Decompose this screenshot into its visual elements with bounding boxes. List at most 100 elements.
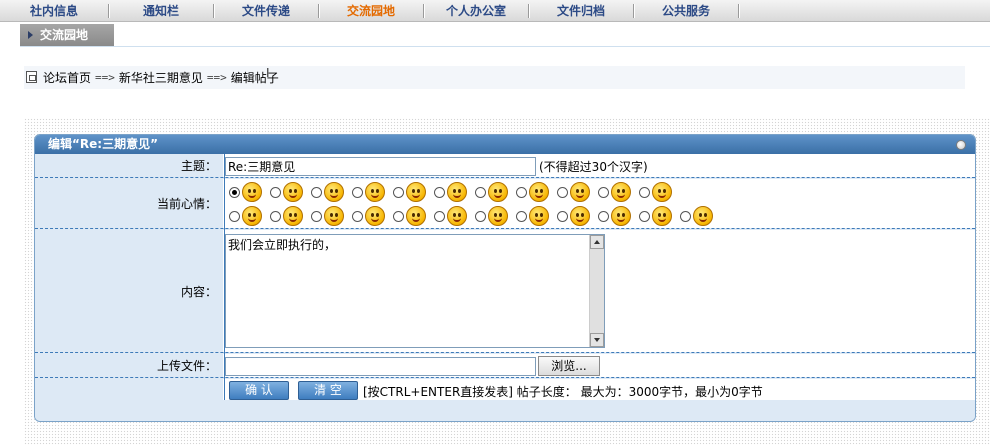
scared-icon [365,206,385,226]
shy-icon [488,182,508,202]
mood-radio[interactable] [311,186,322,198]
submit-label-cell [35,379,224,400]
mood-option[interactable] [598,182,631,202]
surprised-icon [529,182,549,202]
mood-radio[interactable] [434,186,445,198]
mood-option[interactable] [639,182,672,202]
nav-item-file-transfer[interactable]: 文件传递 [214,0,318,22]
mood-option[interactable] [393,206,426,226]
content-text: 我们会立即执行的， [228,238,337,252]
mood-radio[interactable] [393,186,404,198]
mood-radio[interactable] [598,186,609,198]
scroll-down-arrow-icon[interactable] [590,333,604,347]
mood-radio[interactable] [270,210,281,222]
breadcrumb-board-link[interactable]: 新华社三期意见 [119,69,203,86]
mood-radio[interactable] [311,210,322,222]
nav-item-notices[interactable]: 通知栏 [109,0,213,22]
nav-item-archive[interactable]: 文件归档 [529,0,633,22]
mood-radio[interactable] [680,210,691,222]
nav-item-company-info[interactable]: 社内信息 [0,0,108,22]
top-nav: 社内信息 通知栏 文件传递 交流园地 个人办公室 文件归档 公共服务 [0,0,990,22]
nav-item-forum[interactable]: 交流园地 [319,0,423,22]
mood-option[interactable] [311,182,344,202]
content-field-cell: 我们会立即执行的， [225,230,975,352]
mood-radio[interactable] [229,210,240,222]
mood-option[interactable] [680,206,713,226]
mood-option[interactable] [434,182,467,202]
alert-icon [652,182,672,202]
mood-option[interactable] [639,206,672,226]
wink-icon [611,182,631,202]
scroll-up-arrow-icon[interactable] [590,235,604,249]
mood-radio[interactable] [393,210,404,222]
browse-button[interactable]: 浏览... [538,356,600,376]
subject-label: 主题： [35,154,224,177]
confirm-button[interactable]: 确 认 [229,381,289,400]
mood-option[interactable] [475,206,508,226]
column-divider [224,154,225,403]
nav-separator [738,3,739,18]
breadcrumb-separator: ==> [95,70,115,84]
triangle-right-icon [28,31,33,39]
mood-radio[interactable] [475,210,486,222]
bored-icon [242,206,262,226]
nav-item-public-service[interactable]: 公共服务 [634,0,738,22]
mood-radio[interactable] [270,186,281,198]
upload-field-cell: 浏览... [225,354,975,377]
mood-option[interactable] [393,182,426,202]
sleepy-icon [529,206,549,226]
sub-nav-gutter [0,23,20,47]
mood-option[interactable] [270,206,303,226]
angry-icon [283,182,303,202]
mood-option[interactable] [516,182,549,202]
panel-footer [35,400,975,421]
mood-radio[interactable] [639,210,650,222]
mood-option[interactable] [229,206,262,226]
mood-option[interactable] [557,182,590,202]
submit-field-cell: 确 认 清 空 [按CTRL+ENTER直接发表] 帖子长度： 最大为：3000… [225,379,975,400]
drool-icon [406,206,426,226]
mood-option[interactable] [475,182,508,202]
mood-option[interactable] [352,182,385,202]
collapse-knob-icon[interactable] [956,140,966,150]
mood-option[interactable] [270,182,303,202]
subject-input[interactable] [225,157,536,176]
clear-button[interactable]: 清 空 [298,381,358,400]
mood-radio[interactable] [229,186,240,198]
breadcrumb-separator: ==> [206,70,227,84]
grin-icon [447,206,467,226]
mood-radio[interactable] [352,186,363,198]
teeth-icon [570,206,590,226]
mood-radio[interactable] [557,210,568,222]
mood-radio[interactable] [352,210,363,222]
mood-radio[interactable] [475,186,486,198]
mood-label: 当前心情： [35,179,224,228]
breadcrumb-home-link[interactable]: 论坛首页 [43,69,91,86]
mood-radio[interactable] [516,210,527,222]
content-textarea[interactable]: 我们会立即执行的， [225,234,605,348]
mood-radio[interactable] [516,186,527,198]
sub-tab-forum[interactable]: 交流园地 [20,24,114,46]
mood-radio[interactable] [557,186,568,198]
mood-field-cell [225,179,975,228]
mood-option[interactable] [516,206,549,226]
mood-radio[interactable] [598,210,609,222]
laugh-icon [406,182,426,202]
mood-option[interactable] [434,206,467,226]
mood-option[interactable] [557,206,590,226]
tongue-icon [570,182,590,202]
content-scrollbar[interactable] [589,235,604,347]
sick-icon [324,206,344,226]
text-cursor-icon: I [266,66,270,80]
mood-radio[interactable] [639,186,650,198]
sub-tab-label: 交流园地 [40,28,89,42]
mood-option[interactable] [229,182,262,202]
mood-option[interactable] [352,206,385,226]
submit-hint: [按CTRL+ENTER直接发表] 帖子长度： 最大为：3000字节，最小为0字… [363,385,763,399]
mood-radio[interactable] [434,210,445,222]
cry-icon [365,182,385,202]
mood-option[interactable] [598,206,631,226]
nav-item-personal-office[interactable]: 个人办公室 [424,0,528,22]
upload-file-input[interactable] [225,357,536,376]
mood-option[interactable] [311,206,344,226]
